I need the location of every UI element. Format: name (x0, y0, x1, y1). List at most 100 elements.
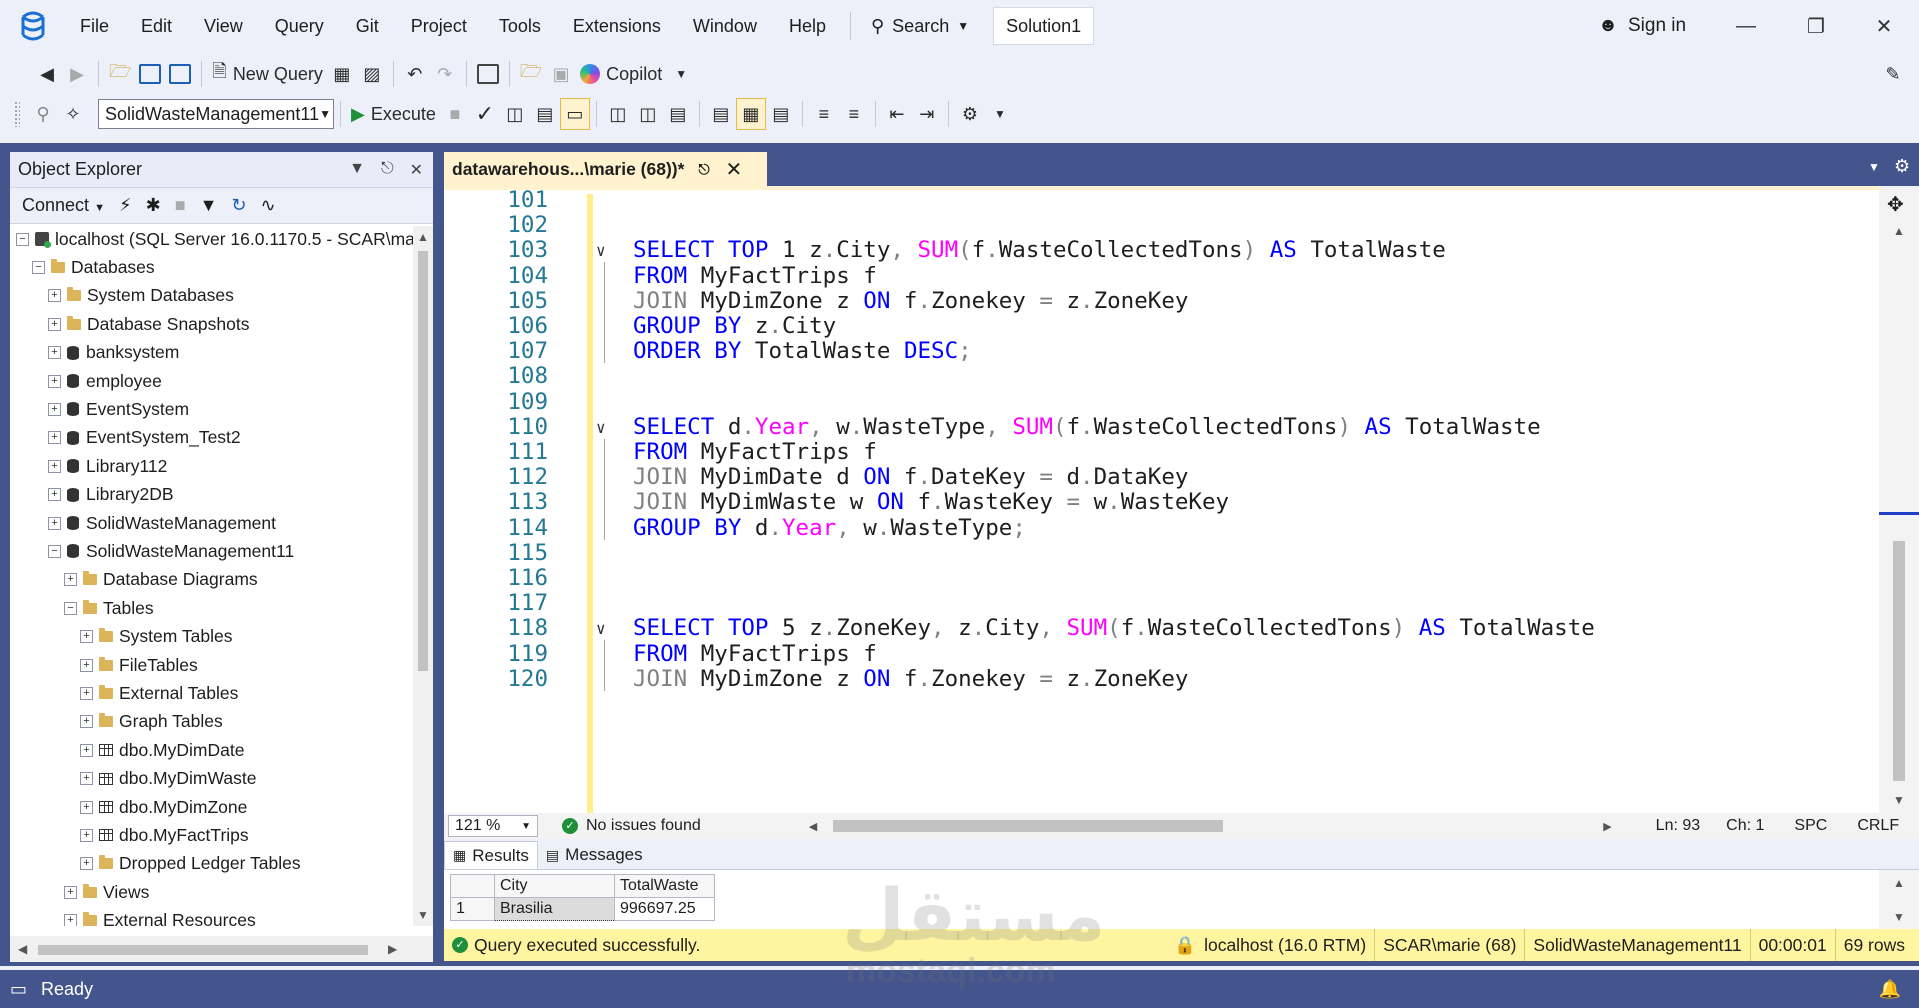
change-connection-icon[interactable]: ✧ (58, 98, 88, 130)
tree-node[interactable]: + FileTables (80, 651, 198, 679)
parse-icon[interactable]: ✓ (470, 98, 500, 130)
properties-icon[interactable]: ▣ (546, 58, 576, 90)
menu-project[interactable]: Project (395, 8, 483, 44)
expand-icon[interactable]: + (80, 772, 93, 786)
estimated-plan-icon[interactable]: ◫ (500, 98, 530, 130)
scrollbar-thumb[interactable] (418, 251, 428, 671)
table-row[interactable]: 1 Brasilia 996697.25 (450, 897, 715, 921)
client-stats-icon[interactable]: ▤ (663, 98, 693, 130)
grid-corner[interactable] (450, 874, 495, 898)
fold-toggle-icon[interactable]: ∨ (596, 418, 610, 437)
expand-icon[interactable]: + (48, 374, 61, 388)
tree-node[interactable]: + Library112 (48, 452, 167, 480)
expand-icon[interactable]: + (48, 459, 61, 473)
expand-icon[interactable]: + (48, 516, 61, 530)
menu-view[interactable]: View (188, 8, 259, 44)
collapse-icon[interactable]: − (32, 260, 45, 274)
search-box[interactable]: ⚲ Search ▼ (859, 8, 981, 44)
column-header[interactable]: TotalWaste (614, 874, 715, 898)
row-number[interactable]: 1 (450, 897, 495, 921)
forward-icon[interactable]: ▶ (62, 58, 92, 90)
database-selector[interactable]: SolidWasteManagement11 ▼ (98, 99, 334, 129)
tree-node[interactable]: + EventSystem_Test2 (48, 424, 241, 452)
menu-git[interactable]: Git (340, 8, 395, 44)
connect-plug-icon[interactable]: ⚡ (119, 195, 132, 216)
intellisense-icon[interactable]: ▭ (559, 98, 590, 130)
tab-list-icon[interactable]: ▼ (1868, 160, 1880, 174)
results-vertical-scrollbar[interactable]: ▲ ▼ (1879, 870, 1919, 930)
scroll-left-icon[interactable]: ◀ (809, 820, 817, 833)
menu-window[interactable]: Window (677, 8, 773, 44)
tree-vertical-scrollbar[interactable]: ▲ ▼ (413, 226, 433, 926)
tree-node[interactable]: − Tables (64, 594, 154, 622)
collapse-icon[interactable]: − (16, 232, 29, 246)
menu-extensions[interactable]: Extensions (557, 8, 677, 44)
tree-node[interactable]: + dbo.MyDimWaste (80, 765, 256, 793)
zoom-selector[interactable]: 121 % ▼ (448, 815, 538, 837)
code-area[interactable]: 101 102 103 ∨ SELECT TOP 1 z.City, SUM(f.Was… (444, 190, 1879, 813)
tree-node[interactable]: + System Tables (80, 623, 232, 651)
tree-node[interactable]: + dbo.MyFactTrips (80, 821, 249, 849)
specify-values-icon[interactable]: ⚙ (955, 98, 985, 130)
tree-node[interactable]: + dbo.MyDimZone (80, 793, 247, 821)
fold-toggle-icon[interactable]: ∨ (596, 241, 610, 260)
dropdown-icon[interactable]: ▼ (349, 160, 365, 180)
notifications-icon[interactable]: 🔔 (1879, 979, 1901, 1000)
save-icon[interactable] (135, 58, 165, 90)
tree-node[interactable]: + Database Diagrams (64, 566, 258, 594)
tree-node[interactable]: − localhost (SQL Server 16.0.1170.5 - SCA… (16, 226, 413, 253)
tree-node[interactable]: + Database Snapshots (48, 310, 249, 338)
stop-icon[interactable]: ■ (440, 98, 470, 130)
expand-icon[interactable]: + (80, 743, 93, 757)
query-options-icon[interactable]: ▤ (530, 98, 560, 130)
pin-icon[interactable]: ⎋ (381, 160, 394, 180)
expand-icon[interactable]: + (80, 800, 93, 814)
save-all-icon[interactable] (165, 58, 195, 90)
pin-icon[interactable]: ⎋ (698, 161, 709, 178)
scroll-down-icon[interactable]: ▼ (1893, 910, 1905, 924)
query-document-tab[interactable]: datawarehous...\marie (68))* ⎋ ✕ (444, 152, 767, 186)
activity-icon[interactable]: ∿ (260, 195, 275, 216)
collapse-icon[interactable]: − (48, 544, 61, 558)
tab-messages[interactable]: ▤ Messages (538, 841, 651, 869)
live-stats-icon[interactable]: ◫ (633, 98, 663, 130)
fold-toggle-icon[interactable]: ∨ (596, 619, 610, 638)
issues-status[interactable]: No issues found (586, 817, 701, 835)
stop-icon[interactable]: ■ (175, 195, 186, 216)
feedback-icon[interactable]: ✎ (1878, 58, 1908, 90)
expand-icon[interactable]: + (80, 630, 93, 644)
back-icon[interactable]: ◀ (32, 58, 62, 90)
expand-icon[interactable]: + (48, 346, 61, 360)
tree-node[interactable]: + External Tables (80, 679, 238, 707)
results-grid[interactable]: City TotalWaste 1 Brasilia 996697.25 (450, 874, 715, 921)
copilot-button[interactable]: Copilot (576, 58, 666, 90)
analysis-query-icon[interactable]: ▨ (357, 58, 387, 90)
tree-node[interactable]: + EventSystem (48, 395, 189, 423)
tree-node[interactable]: − SolidWasteManagement11 (48, 537, 294, 565)
solution-explorer-icon[interactable]: 🗁 (516, 58, 546, 90)
redo-icon[interactable]: ↷ (430, 58, 460, 90)
scrollbar-thumb[interactable] (38, 945, 368, 955)
expand-icon[interactable]: + (80, 828, 93, 842)
decrease-indent-icon[interactable]: ⇤ (882, 98, 912, 130)
tree-node[interactable]: + SolidWasteManagement (48, 509, 276, 537)
tree-node[interactable]: + System Databases (48, 282, 234, 310)
expand-icon[interactable]: + (48, 402, 61, 416)
tree-node[interactable]: + employee (48, 367, 162, 395)
menu-file[interactable]: File (64, 8, 125, 44)
toolbar-overflow-icon[interactable]: ▼ (666, 58, 696, 90)
query-editor[interactable]: 101 102 103 ∨ SELECT TOP 1 z.City, SUM(f.Was… (444, 186, 1919, 813)
include-plan-icon[interactable]: ◫ (603, 98, 633, 130)
activity-monitor-icon[interactable] (473, 58, 503, 90)
filter-icon[interactable]: ▼ (200, 195, 218, 216)
expand-icon[interactable]: + (80, 857, 93, 871)
expand-icon[interactable]: + (48, 488, 61, 502)
results-to-grid-icon[interactable]: ▦ (735, 98, 766, 130)
comment-icon[interactable]: ≡ (809, 98, 839, 130)
editor-horizontal-scrollbar[interactable] (833, 820, 1224, 832)
connect-icon[interactable]: ⚲ (28, 98, 58, 130)
increase-indent-icon[interactable]: ⇥ (912, 98, 942, 130)
tree-node[interactable]: − Databases (32, 253, 155, 281)
tab-results[interactable]: ▦ Results (444, 841, 538, 869)
tree-node[interactable]: + Library2DB (48, 481, 174, 509)
